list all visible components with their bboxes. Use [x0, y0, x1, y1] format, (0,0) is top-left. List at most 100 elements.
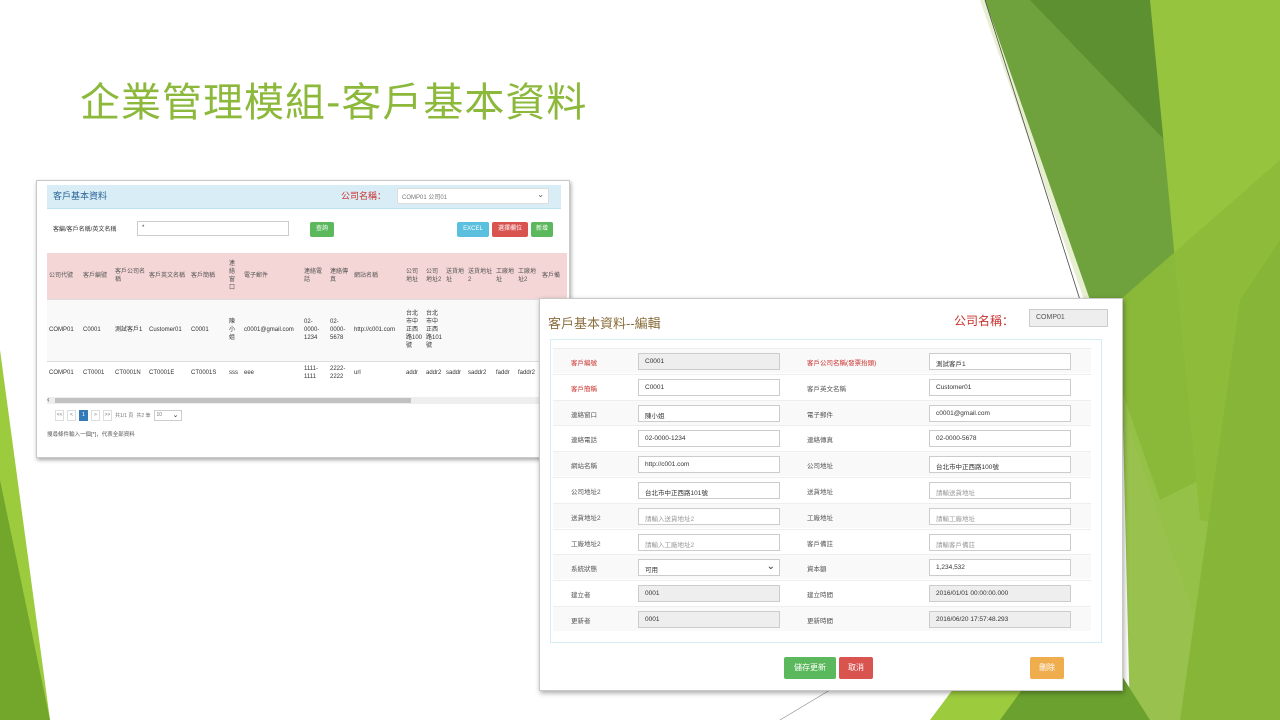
horizontal-scrollbar[interactable]: ‹ — [47, 395, 567, 404]
table-cell — [516, 298, 540, 361]
query-button[interactable]: 查詢 — [310, 222, 334, 237]
field-input[interactable]: 請輸入工廠地址2 — [638, 533, 780, 551]
field-label: 客戶英文名稱 — [807, 385, 846, 393]
column-header[interactable]: 公司地址2 — [424, 253, 444, 299]
field-label: 更新時間 — [807, 618, 833, 625]
field-input[interactable]: 2016/06/20 17:57:48.293 — [929, 611, 1071, 628]
company-field[interactable]: COMP01 — [1029, 309, 1108, 327]
field-value: C0001 — [645, 358, 665, 365]
field-input[interactable]: C0001 — [638, 378, 780, 396]
field-input[interactable]: C0001 — [638, 353, 780, 370]
add-button[interactable]: 新增 — [531, 222, 553, 237]
field-label: 客戶備註 — [807, 540, 833, 548]
save-button[interactable]: 儲存更新 — [784, 657, 836, 679]
table-row[interactable]: COMP01 CT0001 CT0001N CT0001E CT0001S ss… — [47, 360, 567, 385]
status-select[interactable]: 可用 ⌄ — [638, 559, 780, 577]
field-label: 網站名稱 — [571, 463, 597, 471]
field-input[interactable]: 02-0000-1234 — [638, 430, 780, 448]
field-value: 請輸入工廠地址2 — [645, 541, 695, 549]
table-cell: C0001 — [189, 298, 227, 361]
field-label: 公司地址2 — [571, 489, 601, 496]
list-panel-header: 客戶基本資料 公司名稱： COMP01 公司01 ⌄ — [47, 185, 561, 209]
field-input[interactable]: 0001 — [638, 611, 780, 628]
field-label: 公司地址 — [807, 463, 833, 471]
form-row: 網站名稱 http://c001.com 公司地址 台北市中正西路100號 — [553, 451, 1091, 477]
form-row: 送貨地址2 請輸入送貨地址2 工廠地址 請輸工廠地址 — [553, 502, 1091, 528]
pager-last-button[interactable]: >> — [103, 410, 112, 421]
customer-list-screenshot: 客戶基本資料 公司名稱： COMP01 公司01 ⌄ 客編/客戶名稱/英文名稱 … — [36, 180, 570, 458]
field-label: 送貨地址 — [807, 489, 833, 496]
field-value: 2016/06/20 17:57:48.293 — [936, 616, 1009, 623]
form-row: 工廠地址2 請輸入工廠地址2 客戶備註 請輸客戶備註 — [553, 528, 1091, 554]
field-input[interactable]: 1,234,532 — [929, 559, 1071, 577]
field-input[interactable]: 請輸送貨地址 — [929, 482, 1071, 499]
field-input[interactable]: 請輸入送貨地址2 — [638, 507, 780, 525]
field-input[interactable]: 台北市中正西路101號 — [638, 482, 780, 499]
edit-form-title: 客戶基本資料--編輯 — [548, 316, 661, 331]
delete-button[interactable]: 刪除 — [1030, 657, 1064, 679]
field-input[interactable]: http://c001.com — [638, 456, 780, 474]
table-cell: sss — [227, 360, 242, 385]
scrollbar-thumb[interactable] — [55, 398, 411, 403]
table-cell: CT0001 — [81, 360, 113, 385]
column-header[interactable]: 連絡電話 — [302, 253, 328, 299]
form-row: 建立者 0001 建立時間 2016/01/01 00:00:00.000 — [553, 580, 1091, 605]
column-header[interactable]: 送貨地址 — [444, 253, 466, 299]
column-select-button[interactable]: 選擇欄位 — [492, 222, 528, 237]
table-row[interactable]: COMP01 C0001 測試客戶1 Customer01 C0001 陳小姐 … — [47, 298, 567, 361]
customer-edit-screenshot: 客戶基本資料--編輯 公司名稱： COMP01 客戶編號 C0001 客戶公司名稱(… — [539, 298, 1123, 691]
field-value: 請輸入送貨地址2 — [645, 515, 695, 523]
table-cell: CT0001N — [113, 360, 147, 385]
cancel-button[interactable]: 取消 — [839, 657, 873, 679]
field-input[interactable]: 台北市中正西路100號 — [929, 456, 1071, 474]
column-header[interactable]: 工廠地址 — [494, 253, 516, 299]
table-cell: saddr — [444, 360, 466, 385]
table-cell: 台北市中正西路101號 — [424, 298, 444, 361]
pager-first-button[interactable]: << — [55, 410, 64, 421]
column-header[interactable]: 客戶公司名稱 — [113, 253, 147, 299]
company-select[interactable]: COMP01 公司01 ⌄ — [397, 188, 549, 204]
pager-prev-button[interactable]: < — [67, 410, 76, 421]
table-cell: 台北市中正西路100號 — [404, 298, 424, 361]
field-label: 工廠地址2 — [571, 540, 601, 548]
field-input[interactable]: 02-0000-5678 — [929, 430, 1071, 448]
column-header[interactable]: 連絡傳真 — [328, 253, 352, 299]
field-input[interactable]: 2016/01/01 00:00:00.000 — [929, 585, 1071, 603]
field-input[interactable]: 請輸客戶備註 — [929, 533, 1071, 551]
search-input[interactable]: * — [137, 221, 289, 236]
column-header[interactable]: 公司地址 — [404, 253, 424, 299]
form-row: 連絡電話 02-0000-1234 連絡傳真 02-0000-5678 — [553, 425, 1091, 450]
column-header[interactable]: 送貨地址2 — [466, 253, 494, 299]
field-input[interactable]: Customer01 — [929, 378, 1071, 396]
field-value: 陳小姐 — [645, 412, 665, 420]
field-input[interactable]: 測試客戶1 — [929, 353, 1071, 370]
column-header[interactable]: 客戶簡稱 — [189, 253, 227, 299]
table-cell: 1111-1111 — [302, 360, 328, 385]
column-header[interactable]: 客戶英文名稱 — [147, 253, 189, 299]
field-input[interactable]: 0001 — [638, 585, 780, 603]
field-input[interactable]: 請輸工廠地址 — [929, 507, 1071, 525]
field-label: 連絡傳真 — [807, 437, 833, 445]
table-cell: C0001 — [81, 298, 113, 361]
chevron-left-icon[interactable]: ‹ — [47, 395, 50, 404]
page-size-select[interactable]: 10 ⌄ — [153, 410, 182, 421]
field-label: 工廠地址 — [807, 514, 833, 522]
record-total: 共2 筆 — [136, 413, 151, 419]
column-header[interactable]: 電子郵件 — [242, 253, 302, 299]
column-header[interactable]: 客戶備 — [540, 253, 567, 299]
page-info: 共1/1 頁 — [115, 413, 134, 419]
field-label: 客戶公司名稱(發票抬頭) — [807, 360, 877, 367]
field-input[interactable]: c0001@gmail.com — [929, 404, 1071, 422]
column-header[interactable]: 客戶編號 — [81, 253, 113, 299]
field-input[interactable]: 陳小姐 — [638, 404, 780, 422]
column-header[interactable]: 網站名稱 — [352, 253, 404, 299]
column-header[interactable]: 工廠地址2 — [516, 253, 540, 299]
pager-next-button[interactable]: > — [91, 410, 100, 421]
field-value: 2016/01/01 00:00:00.000 — [936, 590, 1009, 598]
company-select-value: COMP01 公司01 — [402, 195, 448, 201]
form-row: 客戶簡稱 C0001 客戶英文名稱 Customer01 — [553, 373, 1091, 399]
excel-button[interactable]: EXCEL — [457, 222, 489, 237]
column-header[interactable]: 公司代號 — [47, 253, 81, 299]
column-header[interactable]: 連絡窗口 — [227, 253, 242, 299]
pager-page-button[interactable]: 1 — [79, 410, 88, 421]
